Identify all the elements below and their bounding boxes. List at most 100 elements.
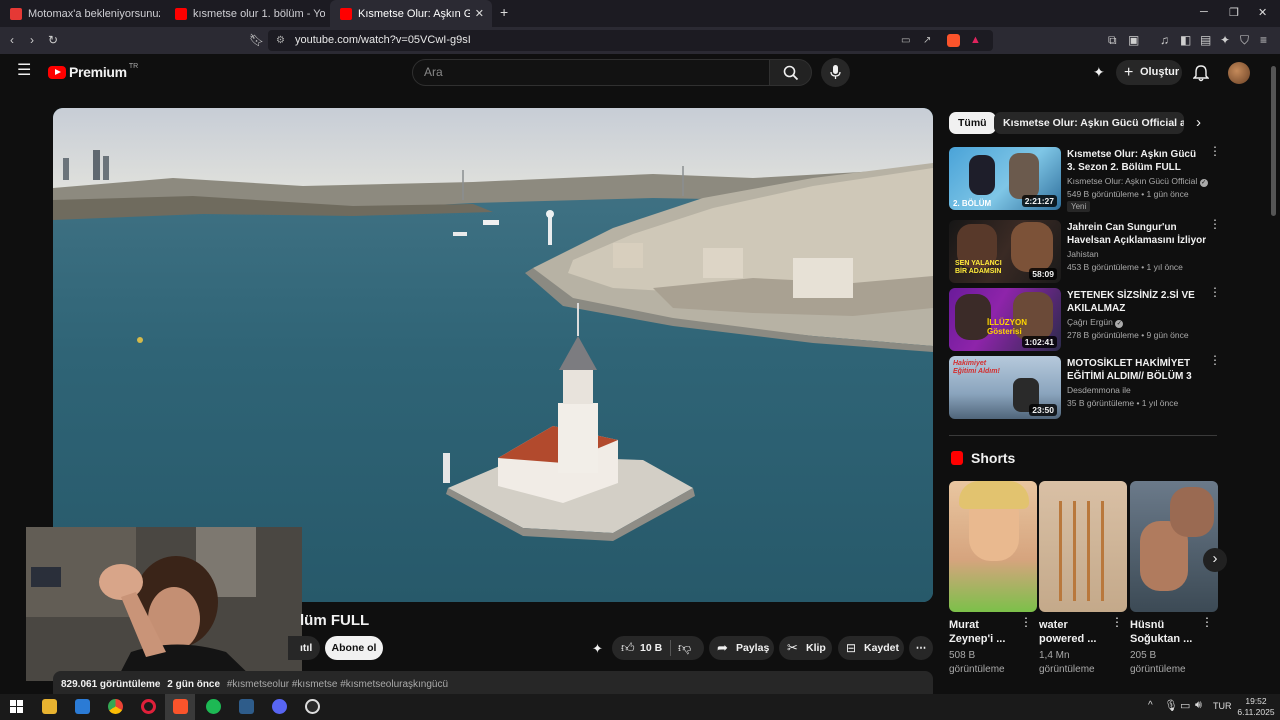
related-channel: Kısmetse Olur: Aşkın Gücü Official ✓ <box>1067 176 1208 187</box>
scrollbar-thumb[interactable] <box>1271 66 1276 216</box>
subscribe-button[interactable]: Abone ol <box>325 636 383 660</box>
close-window-button[interactable]: ✕ <box>1258 6 1267 19</box>
chevron-right-icon[interactable]: › <box>1196 114 1201 131</box>
short-thumbnail[interactable] <box>1130 481 1218 612</box>
back-icon[interactable]: ‹ <box>10 33 14 47</box>
logo-text: Premium <box>69 64 127 80</box>
hamburger-menu-icon[interactable]: ☰ <box>17 63 31 79</box>
obs-icon[interactable] <box>305 699 320 714</box>
volume-icon[interactable]: 🔊︎ <box>1195 699 1202 712</box>
close-tab-icon[interactable]: ✕ <box>475 7 484 20</box>
avatar[interactable] <box>1228 62 1250 84</box>
share-button[interactable]: ➦ Paylaş <box>709 636 774 660</box>
menu-icon[interactable]: ≡ <box>1260 33 1267 47</box>
short-title[interactable]: Murat Zeynep'i ... <box>949 618 1021 646</box>
like-icon[interactable]: 👍︎ <box>621 636 635 660</box>
opera-icon[interactable] <box>141 699 156 714</box>
forward-icon[interactable]: › <box>30 33 34 47</box>
tray-chevron-icon[interactable]: ^ <box>1148 700 1153 711</box>
mail-icon[interactable] <box>75 699 90 714</box>
site-settings-icon[interactable]: ⚙ <box>276 30 285 51</box>
chip-all[interactable]: Tümü <box>949 112 996 134</box>
more-actions-button[interactable]: ⋯ <box>909 636 933 660</box>
clock-date[interactable]: 6.11.2025 <box>1237 707 1275 717</box>
voice-search-button[interactable] <box>821 58 850 87</box>
extensions-icon[interactable]: ⧉ <box>1108 33 1117 47</box>
windows-start-icon[interactable] <box>10 700 23 713</box>
short-thumbnail[interactable] <box>949 481 1037 612</box>
dislike-icon[interactable]: 👎︎ <box>678 636 691 660</box>
video-thumbnail[interactable]: Hakimiyet Eğitimi Aldım! 23:50 <box>949 356 1061 419</box>
discord-icon[interactable] <box>272 699 287 714</box>
bookmark-icon[interactable]: 🔖︎ <box>249 33 264 47</box>
tab-kismetse-1[interactable]: kısmetse olur 1. bölüm - YouTube <box>165 0 325 27</box>
ask-ai-icon[interactable]: ✦ <box>592 641 603 657</box>
video-thumbnail[interactable]: SEN YALANCI BİR ADAMSIN 58:09 <box>949 220 1061 283</box>
app-icon[interactable] <box>239 699 254 714</box>
create-label: Oluştur <box>1140 66 1180 78</box>
share-icon[interactable]: ↗ <box>923 30 931 51</box>
related-video-item[interactable]: Hakimiyet Eğitimi Aldım! 23:50 MOTOSİKLE… <box>949 354 1221 420</box>
video-thumbnail[interactable]: 2. BÖLÜM 2:21:27 <box>949 147 1061 210</box>
vpn-icon[interactable]: ⛉ <box>1240 33 1249 47</box>
chevron-right-icon: › <box>1212 550 1218 567</box>
related-video-item[interactable]: 2. BÖLÜM 2:21:27 Kısmetse Olur: Aşkın Gü… <box>949 145 1221 212</box>
ai-sparkle-icon[interactable]: ✦ <box>1093 64 1105 81</box>
search-input[interactable]: Ara <box>412 59 770 86</box>
clip-button[interactable]: ✂ Klip <box>779 636 832 660</box>
like-count[interactable]: 10 B <box>640 636 662 660</box>
tab-kismetse-active[interactable]: Kısmetse Olur: Aşkın Gücü 3. Sez ✕ <box>330 0 492 27</box>
short-title[interactable]: Hüsnü Soğuktan ... <box>1130 618 1202 646</box>
address-bar[interactable]: ⚙ youtube.com/watch?v=05VCwI-g9sI ▭ ↗ ▲ <box>268 30 993 51</box>
related-video-item[interactable]: İLLÜZYON Gösterisi 1:02:41 YETENEK SİZSİ… <box>949 286 1221 352</box>
leo-ai-icon[interactable]: ✦ <box>1220 33 1230 47</box>
browser-toolbar: ‹ › ↻ 🔖︎ ⚙ youtube.com/watch?v=05VCwI-g9… <box>0 27 1280 54</box>
related-channel: Çağrı Ergün ✓ <box>1067 317 1124 328</box>
chip-channel[interactable]: Kısmetse Olur: Aşkın Gücü Official adlı … <box>994 112 1184 134</box>
rewards-icon[interactable]: ▲ <box>970 30 981 51</box>
hashtags[interactable]: #kısmetseolur #kısmetse #kısmetseoluraşk… <box>227 679 448 690</box>
save-button[interactable]: ⊟ Kaydet <box>838 636 904 660</box>
brave-shields-icon[interactable] <box>947 34 960 47</box>
restore-button[interactable]: ❐ <box>1229 6 1239 19</box>
reader-icon[interactable]: ▣ <box>1128 33 1139 47</box>
more-options-icon[interactable]: ⋮ <box>1201 616 1213 628</box>
tab-motomax[interactable]: Motomax'a bekleniyorsunuz🙂 <box>0 0 160 27</box>
video-thumbnail[interactable]: İLLÜZYON Gösterisi 1:02:41 <box>949 288 1061 351</box>
more-options-icon[interactable]: ⋮ <box>1111 616 1123 628</box>
reload-icon[interactable]: ↻ <box>48 33 58 47</box>
related-video-item[interactable]: SEN YALANCI BİR ADAMSIN 58:09 Jahrein Ca… <box>949 218 1221 284</box>
thumb-caption: Hakimiyet Eğitimi Aldım! <box>953 360 1000 375</box>
file-explorer-icon[interactable] <box>42 699 57 714</box>
notifications-bell-icon[interactable] <box>1193 65 1209 82</box>
media-icon[interactable]: ♫ <box>1160 33 1169 47</box>
short-thumbnail[interactable] <box>1039 481 1127 612</box>
more-options-icon[interactable]: ⋮ <box>1209 354 1221 366</box>
chrome-icon[interactable] <box>108 699 123 714</box>
more-options-icon[interactable]: ⋮ <box>1209 218 1221 230</box>
shorts-next-button[interactable]: › <box>1203 548 1227 572</box>
new-tab-button[interactable]: + <box>500 4 508 20</box>
short-title[interactable]: water powered ... <box>1039 618 1111 646</box>
page-scrollbar[interactable] <box>1268 54 1280 694</box>
youtube-logo[interactable]: Premium TR <box>48 63 138 80</box>
scissors-icon: ✂ <box>787 640 798 655</box>
create-button[interactable]: + Oluştur <box>1116 60 1182 85</box>
wallet-icon[interactable]: ▤ <box>1200 33 1211 47</box>
more-options-icon[interactable]: ⋮ <box>1209 286 1221 298</box>
language-indicator[interactable]: TUR <box>1213 701 1232 711</box>
more-options-icon[interactable]: ⋮ <box>1020 616 1032 628</box>
short-views: 1,4 Mn görüntüleme <box>1039 650 1095 675</box>
mic-tray-icon[interactable]: 🎙︎ <box>1164 699 1178 712</box>
more-options-icon[interactable]: ⋮ <box>1209 145 1221 157</box>
search-button[interactable] <box>769 59 812 86</box>
plus-icon: + <box>1124 64 1134 81</box>
join-button[interactable]: ıtıl <box>288 636 320 660</box>
network-icon[interactable]: ▭ <box>1180 699 1190 712</box>
spotify-icon[interactable] <box>206 699 221 714</box>
cast-icon[interactable]: ▭ <box>901 30 910 51</box>
clock-time[interactable]: 19:52 <box>1244 696 1268 706</box>
brave-icon[interactable] <box>173 699 188 714</box>
minimize-button[interactable]: ─ <box>1200 6 1208 18</box>
sidebar-icon[interactable]: ◧ <box>1180 33 1191 47</box>
